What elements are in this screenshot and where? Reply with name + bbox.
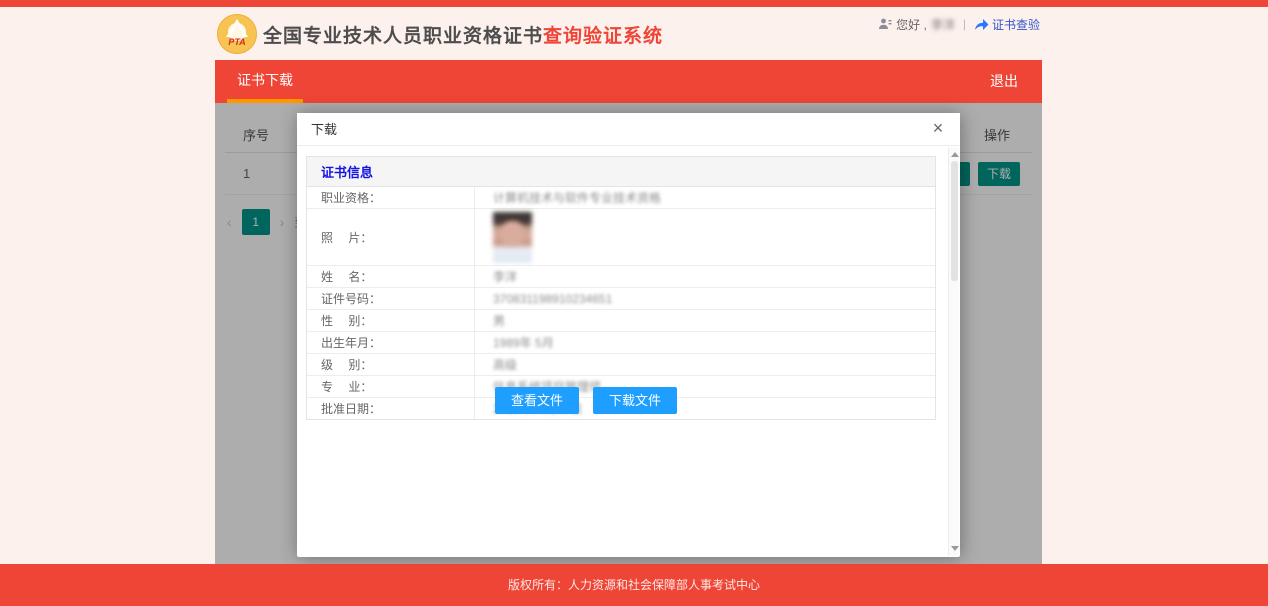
field-label: 职业资格： [307,187,475,208]
logo-petal-shape [226,19,248,37]
modal-body: 证书信息 职业资格： 计算机技术与软件专业技术资格 照 片： 姓 名： 李洋 [297,147,960,557]
modal-header: 下载 × [297,113,960,146]
greeting-text: 您好 , [896,16,927,33]
field-value: 男 [475,310,523,331]
field-row-photo: 照 片： [307,209,935,266]
certificate-info-title: 证书信息 [307,157,935,187]
modal-actions: 查看文件 下载文件 [495,387,677,414]
tab-certificate-download[interactable]: 证书下载 [223,60,307,103]
field-value: 370831198910234651 [475,288,630,309]
id-photo-face [500,221,525,247]
scroll-down-icon[interactable] [951,546,959,551]
userbar: 您好 , 李洋 | 证书查验 [878,15,1040,33]
content-area: 序号 操作 1 证书信息 下载 ‹ 1 › 到第 下载 × 证书信息 [215,103,1042,565]
certificate-verify-label: 证书查验 [992,16,1040,33]
field-row-qualification: 职业资格： 计算机技术与软件专业技术资格 [307,187,935,209]
field-label: 姓 名： [307,266,475,287]
field-row-level: 级 别： 高级 [307,354,935,376]
user-icon [878,17,892,31]
forward-arrow-icon [974,18,989,31]
modal-scrollbar[interactable] [948,147,959,556]
top-accent-strip [0,0,1268,7]
field-value: 计算机技术与软件专业技术资格 [475,187,679,208]
logo-text: PTA [228,37,245,47]
page-title-main: 全国专业技术人员职业资格证书 [263,26,543,47]
field-label: 专 业： [307,376,475,397]
copyright-text: 版权所有：人力资源和社会保障部人事考试中心 [508,576,760,593]
certificate-verify-link[interactable]: 证书查验 [974,16,1040,33]
field-label: 级 别： [307,354,475,375]
field-row-name: 姓 名： 李洋 [307,266,935,288]
view-file-button[interactable]: 查看文件 [495,387,579,414]
field-value: 李洋 [475,266,535,287]
field-value: 高级 [475,354,535,375]
modal-title: 下载 [311,122,337,137]
field-label: 性 别： [307,310,475,331]
field-value: 1989年 5月 [475,332,572,353]
field-row-gender: 性 别： 男 [307,310,935,332]
field-label: 出生年月： [307,332,475,353]
scrollbar-thumb[interactable] [951,161,958,281]
id-photo [493,212,532,263]
username: 李洋 [931,16,955,33]
userbar-divider: | [963,17,966,31]
field-row-birth: 出生年月： 1989年 5月 [307,332,935,354]
scroll-up-icon[interactable] [951,152,959,157]
logout-button[interactable]: 退出 [966,60,1042,103]
field-label: 照 片： [307,209,475,265]
field-label: 证件号码： [307,288,475,309]
field-row-id-number: 证件号码： 370831198910234651 [307,288,935,310]
brand: PTA 全国专业技术人员职业资格证书查询验证系统 [217,14,663,54]
field-value [475,209,550,265]
main-nav: 证书下载 退出 [215,60,1042,103]
download-modal: 下载 × 证书信息 职业资格： 计算机技术与软件专业技术资格 照 片： 姓 名： [297,113,960,557]
close-icon[interactable]: × [926,113,950,144]
page-title: 全国专业技术人员职业资格证书查询验证系统 [263,21,663,48]
certificate-info-panel: 证书信息 职业资格： 计算机技术与软件专业技术资格 照 片： 姓 名： 李洋 [306,156,936,420]
download-file-button[interactable]: 下载文件 [593,387,677,414]
page-title-accent: 查询验证系统 [543,26,663,47]
footer: 版权所有：人力资源和社会保障部人事考试中心 [0,564,1268,606]
field-label: 批准日期： [307,398,475,419]
pta-logo-icon: PTA [217,14,257,54]
header: PTA 全国专业技术人员职业资格证书查询验证系统 您好 , 李洋 | 证书查验 [215,7,1042,60]
page: { "brand": { "logo_text": "PTA", "title_… [0,0,1268,606]
